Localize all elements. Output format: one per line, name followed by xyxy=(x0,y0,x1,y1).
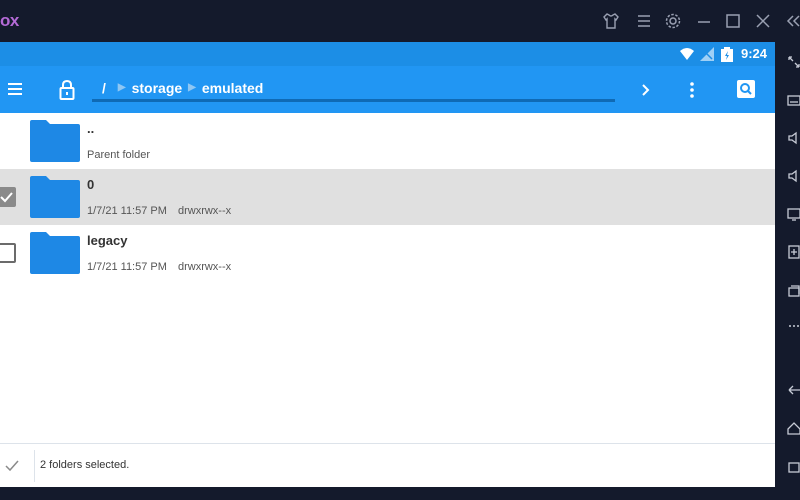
breadcrumb-item-storage[interactable]: storage xyxy=(132,80,183,96)
shirt-icon[interactable] xyxy=(600,10,622,32)
file-name: .. xyxy=(87,121,95,136)
forward-icon[interactable] xyxy=(636,78,656,102)
menu-icon[interactable] xyxy=(0,77,30,103)
folder-icon xyxy=(30,176,80,218)
emulator-title-bar: ox xyxy=(0,0,800,42)
list-item[interactable]: .. Parent folder xyxy=(0,113,775,169)
list-item[interactable]: 0 1/7/21 11:57 PM drwxrwx--x xyxy=(0,169,775,225)
back-icon[interactable] xyxy=(786,382,800,398)
volume-down-icon[interactable] xyxy=(786,168,800,184)
signal-icon xyxy=(700,47,714,61)
fullscreen-icon[interactable] xyxy=(786,54,800,70)
more-horiz-icon[interactable] xyxy=(786,318,800,334)
folder-icon xyxy=(30,232,80,274)
chevron-right-icon: ▶ xyxy=(117,82,126,93)
status-bar: 9:24 xyxy=(0,42,775,66)
emulator-sidebar xyxy=(775,42,800,500)
wifi-icon xyxy=(680,48,694,60)
status-clock: 9:24 xyxy=(740,46,767,61)
maximize-icon[interactable] xyxy=(722,10,744,32)
battery-icon xyxy=(721,47,733,62)
keyboard-icon[interactable] xyxy=(786,92,800,108)
add-apk-icon[interactable] xyxy=(786,244,800,260)
list-item[interactable]: legacy 1/7/21 11:57 PM drwxrwx--x xyxy=(0,225,775,281)
volume-up-icon[interactable] xyxy=(786,130,800,146)
lock-icon[interactable] xyxy=(56,78,78,102)
breadcrumb[interactable]: / ▶ storage ▶ emulated xyxy=(92,76,615,102)
android-screen: 9:24 / ▶ storage ▶ emulated .. Parent fo… xyxy=(0,42,775,487)
home-icon[interactable] xyxy=(786,420,800,436)
file-permissions: drwxrwx--x xyxy=(177,205,232,217)
menu-icon[interactable] xyxy=(633,10,655,32)
divider xyxy=(34,450,35,482)
selection-status: 2 folders selected. xyxy=(40,459,130,471)
search-icon[interactable] xyxy=(736,79,756,99)
selection-bar: 2 folders selected. xyxy=(0,443,775,487)
app-logo: ox xyxy=(0,11,19,30)
file-meta: Parent folder xyxy=(87,149,150,161)
breadcrumb-root[interactable]: / xyxy=(102,80,106,96)
row-checkbox[interactable] xyxy=(0,243,16,263)
file-description: Parent folder xyxy=(87,149,150,161)
file-permissions: drwxrwx--x xyxy=(177,261,232,273)
settings-icon[interactable] xyxy=(662,10,684,32)
file-list: .. Parent folder 0 1/7/21 11:57 PM drwxr… xyxy=(0,113,775,281)
app-toolbar: / ▶ storage ▶ emulated xyxy=(0,66,775,113)
file-date: 1/7/21 11:57 PM xyxy=(87,261,167,273)
file-meta: 1/7/21 11:57 PM drwxrwx--x xyxy=(87,261,231,273)
row-checkbox[interactable] xyxy=(0,187,16,207)
breadcrumb-item-emulated[interactable]: emulated xyxy=(202,80,263,96)
collapse-icon[interactable] xyxy=(783,10,800,32)
check-icon[interactable] xyxy=(4,458,20,474)
chevron-right-icon: ▶ xyxy=(188,82,196,93)
recent-apps-icon[interactable] xyxy=(786,458,800,474)
multi-instance-icon[interactable] xyxy=(786,282,800,298)
file-meta: 1/7/21 11:57 PM drwxrwx--x xyxy=(87,205,231,217)
file-name: legacy xyxy=(87,233,128,248)
more-vert-icon[interactable] xyxy=(682,78,702,102)
file-date: 1/7/21 11:57 PM xyxy=(87,205,167,217)
minimize-icon[interactable] xyxy=(693,10,715,32)
folder-icon xyxy=(30,120,80,162)
close-icon[interactable] xyxy=(752,10,774,32)
screenshot-icon[interactable] xyxy=(786,206,800,222)
file-name: 0 xyxy=(87,177,95,192)
checkmark-icon xyxy=(0,192,13,203)
emulator-bottom-frame xyxy=(0,487,775,500)
